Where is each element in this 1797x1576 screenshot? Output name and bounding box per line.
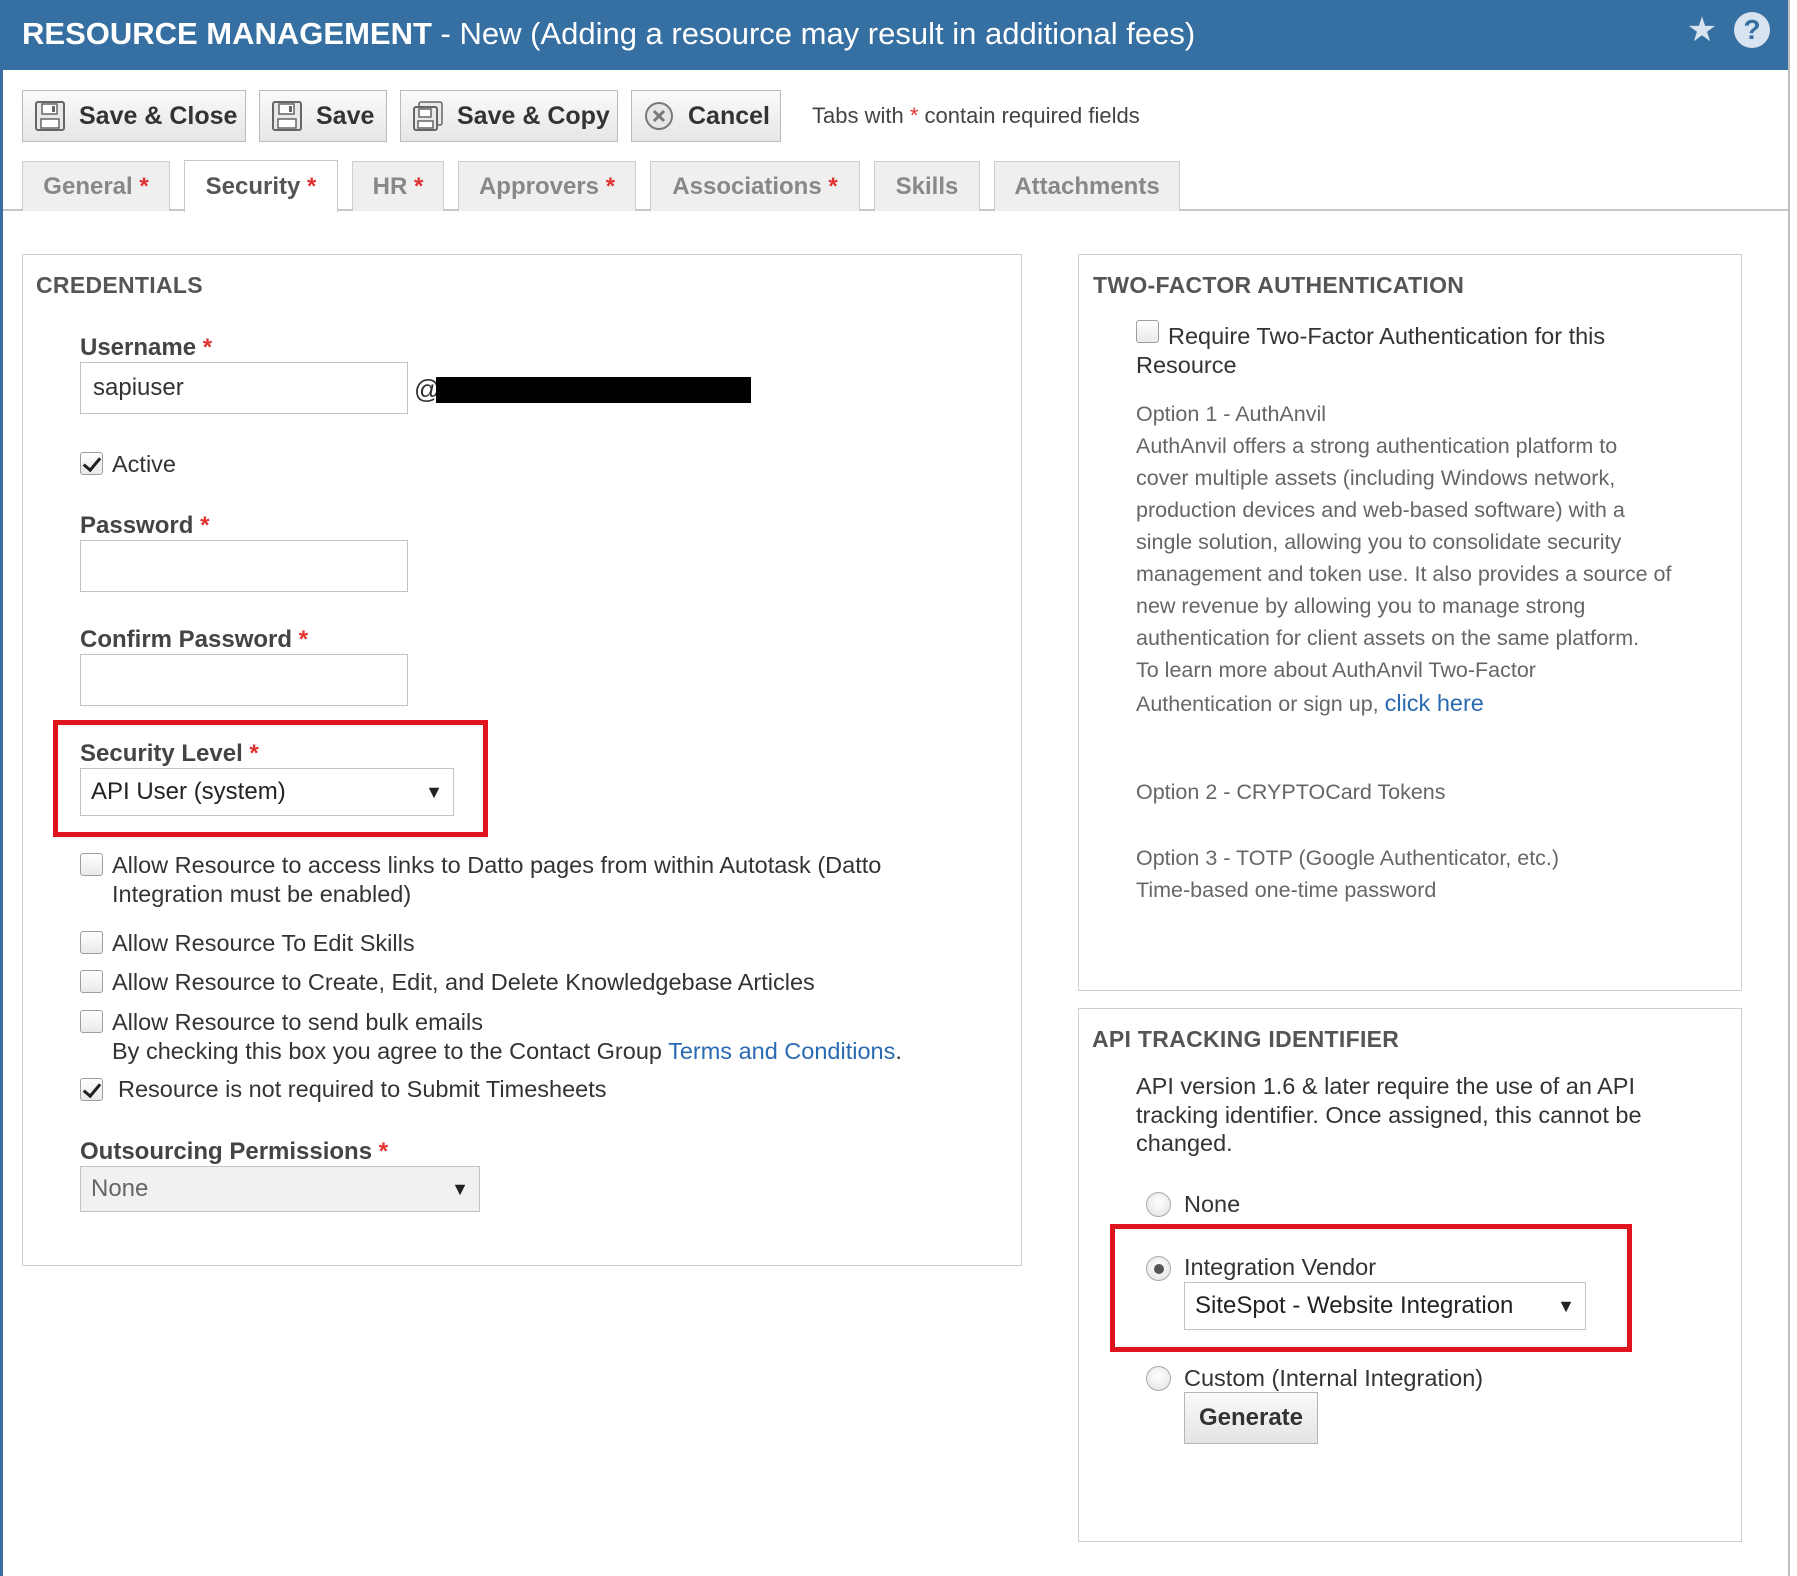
save-copy-button[interactable]: Save & Copy	[400, 90, 618, 142]
redacted-domain	[436, 377, 751, 403]
confirm-password-label: Confirm Password *	[80, 626, 309, 653]
save-close-button[interactable]: Save & Close	[22, 90, 246, 142]
click-here-link[interactable]: click here	[1385, 690, 1484, 716]
bulk-emails-label: Allow Resource to send bulk emails	[112, 1009, 483, 1035]
save-label: Save	[316, 101, 375, 130]
tab-associations[interactable]: Associations *	[650, 161, 860, 211]
api-custom-radio[interactable]	[1146, 1366, 1171, 1391]
window-right-border	[1788, 0, 1797, 1576]
title-bar: RESOURCE MANAGEMENT - New (Adding a reso…	[0, 0, 1788, 70]
generate-button[interactable]: Generate	[1184, 1392, 1318, 1444]
require-2fa-label-1: Require Two-Factor Authentication for th…	[1168, 323, 1606, 349]
window-left-border	[0, 0, 3, 1576]
tab-attachments[interactable]: Attachments	[994, 161, 1180, 211]
window-title: RESOURCE MANAGEMENT - New (Adding a reso…	[22, 16, 1196, 51]
authanvil-desc-line: AuthAnvil offers a strong authentication…	[1136, 434, 1618, 458]
edit-skills-checkbox[interactable]	[80, 931, 103, 954]
outsourcing-label: Outsourcing Permissions *	[80, 1138, 389, 1165]
password-label: Password *	[80, 512, 210, 539]
bulk-emails-note: By checking this box you agree to the Co…	[112, 1038, 902, 1064]
api-tracking-desc-3: changed.	[1136, 1130, 1233, 1156]
api-none-label: None	[1184, 1191, 1241, 1217]
cancel-circle-icon	[645, 102, 673, 130]
api-vendor-radio[interactable]	[1146, 1256, 1171, 1281]
save-button[interactable]: Save	[259, 90, 387, 142]
floppy-disk-icon	[272, 101, 302, 131]
active-label: Active	[112, 451, 176, 477]
integration-vendor-select[interactable]: SiteSpot - Website Integration ▼	[1184, 1282, 1586, 1330]
favorite-star-icon[interactable]: ★	[1684, 12, 1720, 48]
totp-option-desc: Time-based one-time password	[1136, 878, 1437, 902]
active-checkbox[interactable]	[80, 452, 103, 475]
save-copy-label: Save & Copy	[457, 101, 610, 130]
authanvil-desc-line: new revenue by allowing you to manage st…	[1136, 594, 1586, 618]
knowledgebase-label: Allow Resource to Create, Edit, and Dele…	[112, 969, 815, 995]
authanvil-desc-line: single solution, allowing you to consoli…	[1136, 530, 1622, 554]
cancel-button[interactable]: Cancel	[631, 90, 781, 142]
outsourcing-select[interactable]: None ▼	[80, 1166, 480, 1212]
authanvil-option-title: Option 1 - AuthAnvil	[1136, 402, 1327, 426]
chevron-down-icon: ▼	[1557, 1295, 1575, 1316]
timesheets-checkbox[interactable]	[80, 1078, 103, 1101]
datto-links-label-2: Integration must be enabled)	[112, 881, 412, 907]
tab-skills[interactable]: Skills	[874, 161, 980, 211]
totp-option-title: Option 3 - TOTP (Google Authenticator, e…	[1136, 846, 1560, 870]
tab-approvers[interactable]: Approvers *	[458, 161, 636, 211]
terms-conditions-link[interactable]: Terms and Conditions	[668, 1038, 895, 1064]
api-none-radio[interactable]	[1146, 1192, 1171, 1217]
require-2fa-label-2: Resource	[1136, 352, 1237, 378]
api-tracking-desc-1: API version 1.6 & later require the use …	[1136, 1073, 1636, 1099]
authanvil-signup-line: Authentication or sign up, click here	[1136, 690, 1484, 716]
require-2fa-checkbox[interactable]	[1136, 320, 1159, 343]
api-custom-label: Custom (Internal Integration)	[1184, 1365, 1484, 1391]
authanvil-desc-line: management and token use. It also provid…	[1136, 562, 1672, 586]
tab-security[interactable]: Security *	[184, 160, 338, 212]
required-fields-note: Tabs with * contain required fields	[812, 103, 1140, 128]
floppy-copy-icon	[413, 101, 443, 131]
knowledgebase-checkbox[interactable]	[80, 970, 103, 993]
authanvil-desc-line: production devices and web-based softwar…	[1136, 498, 1625, 522]
chevron-down-icon: ▼	[451, 1178, 469, 1199]
authanvil-desc-line: cover multiple assets (including Windows…	[1136, 466, 1616, 490]
api-vendor-label: Integration Vendor	[1184, 1254, 1377, 1280]
credentials-heading: CREDENTIALS	[36, 272, 203, 298]
two-factor-heading: TWO-FACTOR AUTHENTICATION	[1093, 272, 1465, 298]
confirm-password-input[interactable]	[80, 654, 408, 706]
authanvil-desc-line: To learn more about AuthAnvil Two-Factor	[1136, 658, 1536, 682]
datto-links-checkbox[interactable]	[80, 853, 103, 876]
floppy-disk-icon	[35, 101, 65, 131]
security-level-label: Security Level *	[80, 740, 259, 767]
help-icon[interactable]: ?	[1734, 12, 1770, 48]
bulk-emails-checkbox[interactable]	[80, 1010, 103, 1033]
cancel-label: Cancel	[688, 101, 770, 130]
tab-general[interactable]: General *	[22, 161, 170, 211]
username-input[interactable]: sapiuser	[80, 362, 408, 414]
api-tracking-desc-2: tracking identifier. Once assigned, this…	[1136, 1102, 1642, 1128]
timesheets-label: Resource is not required to Submit Times…	[118, 1076, 607, 1102]
authanvil-desc-line: authentication for client assets on the …	[1136, 626, 1640, 650]
password-input[interactable]	[80, 540, 408, 592]
edit-skills-label: Allow Resource To Edit Skills	[112, 930, 415, 956]
datto-links-label-1: Allow Resource to access links to Datto …	[112, 852, 882, 878]
chevron-down-icon: ▼	[425, 781, 443, 802]
api-tracking-heading: API TRACKING IDENTIFIER	[1092, 1026, 1400, 1052]
security-level-select[interactable]: API User (system) ▼	[80, 768, 454, 816]
username-label: Username *	[80, 334, 213, 361]
tab-hr[interactable]: HR *	[352, 161, 444, 211]
save-close-label: Save & Close	[79, 101, 238, 130]
cryptocard-option: Option 2 - CRYPTOCard Tokens	[1136, 780, 1446, 804]
